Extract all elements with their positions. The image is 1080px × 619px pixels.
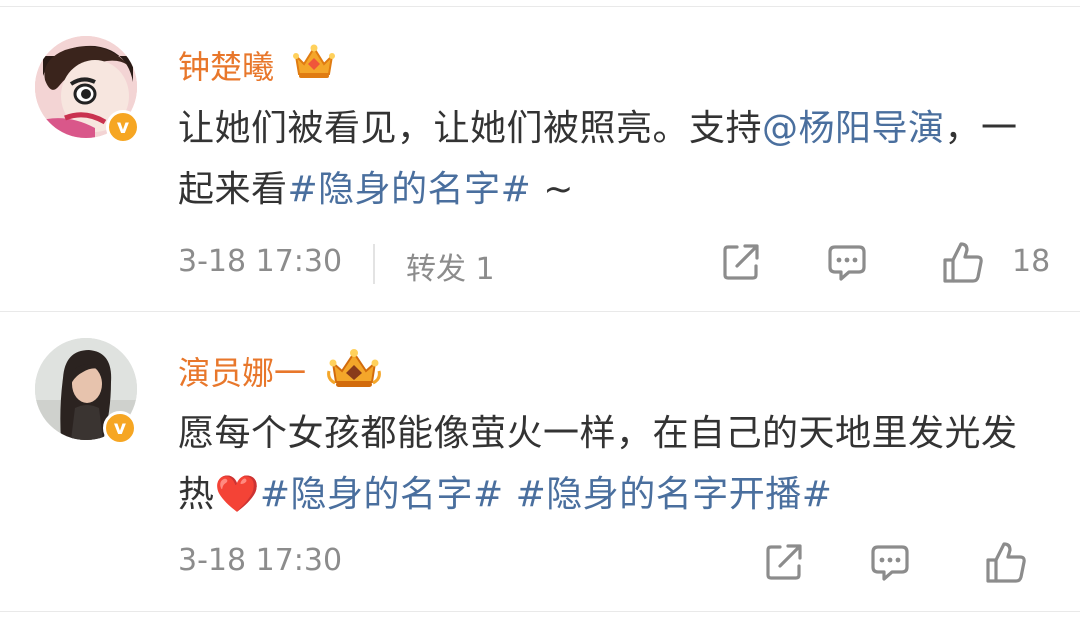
- like-count: 18: [1012, 244, 1051, 279]
- hashtag-link[interactable]: #隐身的名字#: [288, 169, 532, 210]
- meta-separator: [373, 244, 375, 284]
- heart-emoji-icon: ❤️: [214, 474, 260, 515]
- hashtag-link[interactable]: #隐身的名字#: [260, 474, 504, 515]
- share-icon[interactable]: [764, 542, 804, 582]
- comment-item: v 演员娜一 愿每个女孩都能像萤火一样，在自己的天地里发光发热❤️#隐身的名字#…: [0, 311, 1080, 611]
- like-icon[interactable]: [985, 540, 1027, 584]
- comment-time: 3-18 17:30: [178, 543, 343, 578]
- comment-icon[interactable]: [870, 544, 910, 582]
- author-name[interactable]: 演员娜一: [178, 348, 306, 394]
- hashtag-link[interactable]: #隐身的名字开播#: [516, 474, 833, 515]
- repost-button[interactable]: 转发 1: [406, 244, 495, 288]
- like-icon[interactable]: [942, 240, 984, 284]
- verified-badge-icon: v: [106, 110, 140, 144]
- crown-icon: [293, 44, 335, 78]
- comment-icon[interactable]: [827, 244, 867, 282]
- comment-item: v 钟楚曦 让她们被看见，让她们被照亮。支持@杨阳导演，一起来看#隐身的名字# …: [0, 0, 1080, 310]
- bottom-divider: [0, 611, 1080, 612]
- comment-time: 3-18 17:30: [178, 244, 343, 279]
- author-name[interactable]: 钟楚曦: [178, 42, 274, 88]
- share-icon[interactable]: [721, 242, 761, 282]
- verified-badge-icon: v: [103, 411, 137, 445]
- mention-link[interactable]: @杨阳导演: [762, 108, 945, 149]
- comment-text: 愿每个女孩都能像萤火一样，在自己的天地里发光发热❤️#隐身的名字# #隐身的名字…: [178, 413, 1018, 515]
- comment-text: 让她们被看见，让她们被照亮。支持@杨阳导演，一起来看#隐身的名字# ~: [178, 108, 1018, 210]
- crown-icon: [327, 349, 381, 387]
